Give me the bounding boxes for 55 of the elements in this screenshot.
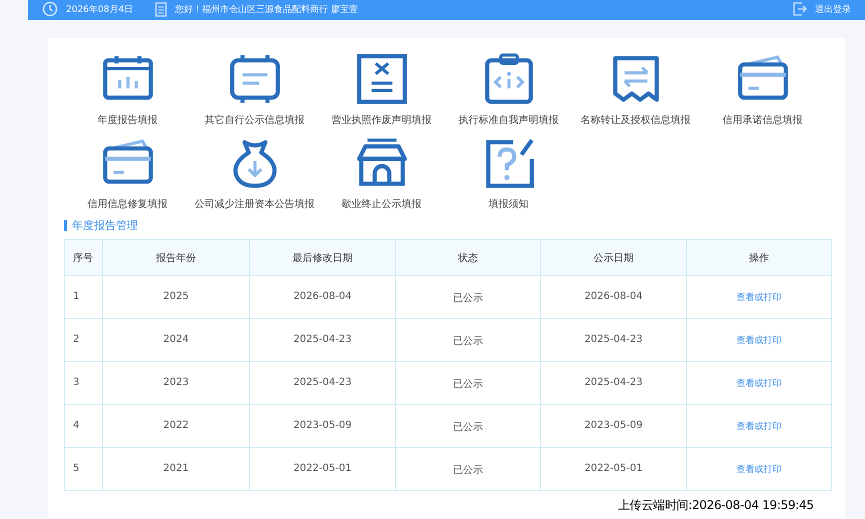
menu-tile[interactable]: 信用信息修复填报 (64, 136, 191, 212)
table-cell: 已公示 (396, 448, 540, 490)
header-date: 2026年08月4日 (66, 4, 134, 16)
clock-icon (42, 1, 58, 17)
table-cell: 4 (64, 404, 102, 448)
menu-tile[interactable]: 名称转让及授权信息填报 (572, 52, 699, 128)
table-cell: 2025-04-23 (250, 362, 396, 404)
column-header: 最后修改日期 (250, 240, 396, 276)
view-print-link[interactable]: 查看或打印 (736, 465, 782, 475)
upload-time-text: 上传云端时间:2026-08-04 19:59:45 (618, 498, 814, 512)
menu-tile[interactable]: 其它自行公示信息填报 (191, 52, 318, 128)
table-cell: 2 (64, 318, 102, 362)
table-cell: 2026-08-04 (250, 276, 396, 318)
table-cell: 5 (64, 448, 102, 490)
table-cell: 2023 (102, 362, 250, 404)
column-header: 报告年份 (102, 240, 250, 276)
table-cell: 2026-08-04 (540, 276, 686, 318)
table-cell: 已公示 (396, 404, 540, 448)
menu-tile[interactable]: 填报须知 (445, 136, 572, 212)
menu-tile[interactable]: 营业执照作废声明填报 (318, 52, 445, 128)
table-cell: 2025 (102, 276, 250, 318)
greeting-text: 您好！福州市仓山区三源食品配料商行 廖宝壹 (175, 4, 358, 16)
table-cell: 2023-05-09 (540, 404, 686, 448)
table-cell: 已公示 (396, 276, 540, 318)
table-cell: 1 (64, 276, 102, 318)
menu-tile[interactable]: 信用承诺信息填报 (699, 52, 826, 128)
column-header: 公示日期 (540, 240, 686, 276)
menu-tile[interactable]: 年度报告填报 (64, 52, 191, 128)
table-cell: 2022-05-01 (250, 448, 396, 490)
table-cell: 3 (64, 362, 102, 404)
column-header: 序号 (64, 240, 102, 276)
table-cell: 2022-05-01 (540, 448, 686, 490)
card-lines-icon (228, 52, 282, 106)
table-cell: 2023-05-09 (250, 404, 396, 448)
table-cell: 已公示 (396, 318, 540, 362)
view-print-link[interactable]: 查看或打印 (736, 422, 782, 432)
table-cell: 2025-04-23 (540, 362, 686, 404)
view-print-link[interactable]: 查看或打印 (736, 379, 782, 389)
column-header: 操作 (686, 240, 832, 276)
table-cell: 2025-04-23 (540, 318, 686, 362)
table-cell: 2022 (102, 404, 250, 448)
table-cell: 2021 (102, 448, 250, 490)
document-icon (155, 2, 168, 16)
table-cell: 2024 (102, 318, 250, 362)
column-header: 状态 (396, 240, 540, 276)
section-title: 年度报告管理 (72, 218, 138, 233)
menu-tile[interactable]: 歇业终止公示填报 (318, 136, 445, 212)
document-cross-icon (354, 52, 408, 106)
table-cell: 已公示 (396, 362, 540, 404)
view-print-link[interactable]: 查看或打印 (736, 293, 782, 303)
menu-tile[interactable]: 公司减少注册资本公告填报 (191, 136, 318, 212)
view-print-link[interactable]: 查看或打印 (736, 336, 782, 346)
table-cell: 2025-04-23 (250, 318, 396, 362)
logout-icon (793, 2, 807, 16)
menu-tile[interactable]: 执行标准自我声明填报 (445, 52, 572, 128)
